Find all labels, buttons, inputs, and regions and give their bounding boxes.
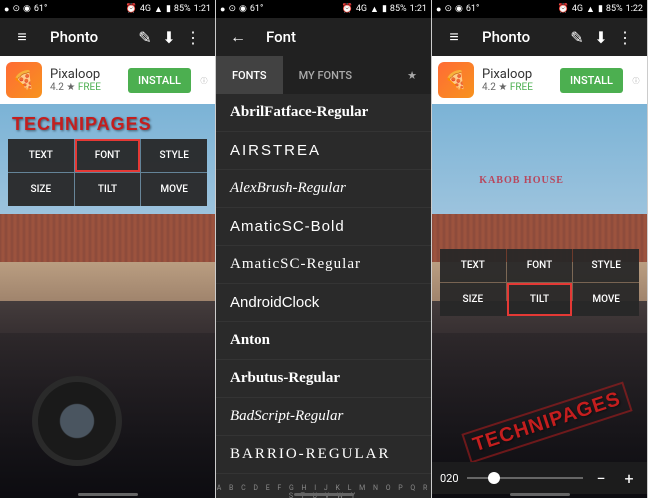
plus-button[interactable]: +	[619, 469, 639, 488]
battery-pct: 85%	[174, 4, 191, 14]
font-list[interactable]: AbrilFatface-Regular AIRSTREA AlexBrush-…	[216, 94, 431, 480]
style-button[interactable]: STYLE	[573, 249, 639, 282]
edit-icon[interactable]: ✎	[565, 28, 589, 47]
ad-badge-icon: ⓘ	[631, 77, 641, 84]
clock-icon: ◉	[23, 4, 31, 14]
screen-1: ● ⊙ ◉ 61° ⏰ 4G ▲ ▮ 85% 1:21 ≡ Phonto ✎ ⬇…	[0, 0, 215, 498]
tool-grid: TEXT FONT STYLE SIZE TILT MOVE	[440, 249, 639, 316]
menu-icon[interactable]: ≡	[10, 27, 34, 47]
font-button[interactable]: FONT	[507, 249, 573, 282]
screen-2: ●⊙◉61° ⏰4G▲▮85%1:21 ← Font FONTS MY FONT…	[216, 0, 431, 498]
font-app-bar: ← Font	[216, 18, 431, 56]
ad-banner[interactable]: 🍕 Pixaloop 4.2 ★ FREE INSTALL ⓘ	[432, 56, 647, 104]
font-item[interactable]: AbrilFatface-Regular	[216, 94, 431, 132]
install-button[interactable]: INSTALL	[128, 68, 191, 93]
app-bar: ≡ Phonto ✎ ⬇ ⋮	[432, 18, 647, 56]
tab-myfonts[interactable]: MY FONTS	[283, 56, 369, 94]
text-button[interactable]: TEXT	[440, 249, 506, 282]
photo-canvas[interactable]: TECHNIPAGES TEXT FONT STYLE SIZE TILT MO…	[0, 104, 215, 498]
slider-thumb[interactable]	[488, 472, 500, 484]
move-button[interactable]: MOVE	[573, 283, 639, 316]
tab-star[interactable]: ★	[393, 56, 431, 94]
msg-icon: ●	[4, 4, 9, 15]
minus-button[interactable]: −	[591, 469, 611, 488]
tab-fonts[interactable]: FONTS	[216, 56, 283, 94]
download-icon[interactable]: ⬇	[589, 28, 613, 47]
tilt-slider-bar: 020 − +	[432, 462, 647, 494]
temp: 61°	[34, 4, 47, 14]
move-button[interactable]: MOVE	[141, 173, 207, 206]
font-item[interactable]: BARRIO-REGULAR	[216, 436, 431, 474]
status-bar: ●⊙◉61° ⏰4G▲▮85%1:22	[432, 0, 647, 18]
ad-text: Pixaloop 4.2 ★ FREE	[50, 67, 120, 93]
font-item[interactable]: AlexBrush-Regular	[216, 170, 431, 208]
style-button[interactable]: STYLE	[141, 139, 207, 172]
size-button[interactable]: SIZE	[440, 283, 506, 316]
time: 1:21	[194, 4, 211, 14]
slider-value: 020	[440, 472, 459, 485]
font-item[interactable]: AmaticSC-Regular	[216, 246, 431, 284]
ad-badge-icon: ⓘ	[199, 77, 209, 84]
font-item[interactable]: AmaticSC-Bold	[216, 208, 431, 246]
more-icon[interactable]: ⋮	[181, 28, 205, 47]
more-icon[interactable]: ⋮	[613, 28, 637, 47]
tilt-button[interactable]: TILT	[507, 283, 573, 316]
sign-text: KABOB HOUSE	[479, 175, 564, 186]
font-item[interactable]: BadScript-Regular	[216, 398, 431, 436]
font-item[interactable]: Arbutus-Regular	[216, 360, 431, 398]
ad-app-icon: 🍕	[6, 62, 42, 98]
photo-canvas[interactable]: KABOB HOUSE TEXT FONT STYLE SIZE TILT MO…	[432, 104, 647, 498]
home-indicator[interactable]	[510, 493, 570, 496]
network: 4G	[140, 4, 151, 14]
text-button[interactable]: TEXT	[8, 139, 74, 172]
alarm-icon: ⏰	[126, 4, 137, 14]
battery-icon: ▮	[166, 4, 171, 14]
font-button[interactable]: FONT	[75, 139, 141, 172]
app-bar: ≡ Phonto ✎ ⬇ ⋮	[0, 18, 215, 56]
back-icon[interactable]: ←	[226, 27, 250, 47]
font-title: Font	[266, 28, 421, 46]
overlay-text[interactable]: TECHNIPAGES	[12, 114, 152, 135]
install-button[interactable]: INSTALL	[560, 68, 623, 93]
app-title: Phonto	[482, 28, 565, 46]
home-indicator[interactable]	[78, 493, 138, 496]
edit-icon[interactable]: ✎	[133, 28, 157, 47]
tool-grid: TEXT FONT STYLE SIZE TILT MOVE	[8, 139, 207, 206]
ad-app-icon: 🍕	[438, 62, 474, 98]
sync-icon: ⊙	[12, 4, 20, 14]
size-button[interactable]: SIZE	[8, 173, 74, 206]
tilt-button[interactable]: TILT	[75, 173, 141, 206]
app-title: Phonto	[50, 28, 133, 46]
tilt-slider[interactable]	[467, 477, 583, 479]
ad-banner[interactable]: 🍕 Pixaloop 4.2 ★ FREE INSTALL ⓘ	[0, 56, 215, 104]
signal-icon: ▲	[154, 4, 163, 15]
status-bar: ●⊙◉61° ⏰4G▲▮85%1:21	[216, 0, 431, 18]
font-item[interactable]: AIRSTREA	[216, 132, 431, 170]
ad-title: Pixaloop	[50, 67, 120, 82]
home-indicator[interactable]	[294, 493, 354, 496]
font-item[interactable]: Anton	[216, 322, 431, 360]
menu-icon[interactable]: ≡	[442, 27, 466, 47]
screen-3: ●⊙◉61° ⏰4G▲▮85%1:22 ≡ Phonto ✎ ⬇ ⋮ 🍕 Pix…	[432, 0, 647, 498]
download-icon[interactable]: ⬇	[157, 28, 181, 47]
font-item[interactable]: AndroidClock	[216, 284, 431, 322]
font-tabs: FONTS MY FONTS ★	[216, 56, 431, 94]
status-bar: ● ⊙ ◉ 61° ⏰ 4G ▲ ▮ 85% 1:21	[0, 0, 215, 18]
